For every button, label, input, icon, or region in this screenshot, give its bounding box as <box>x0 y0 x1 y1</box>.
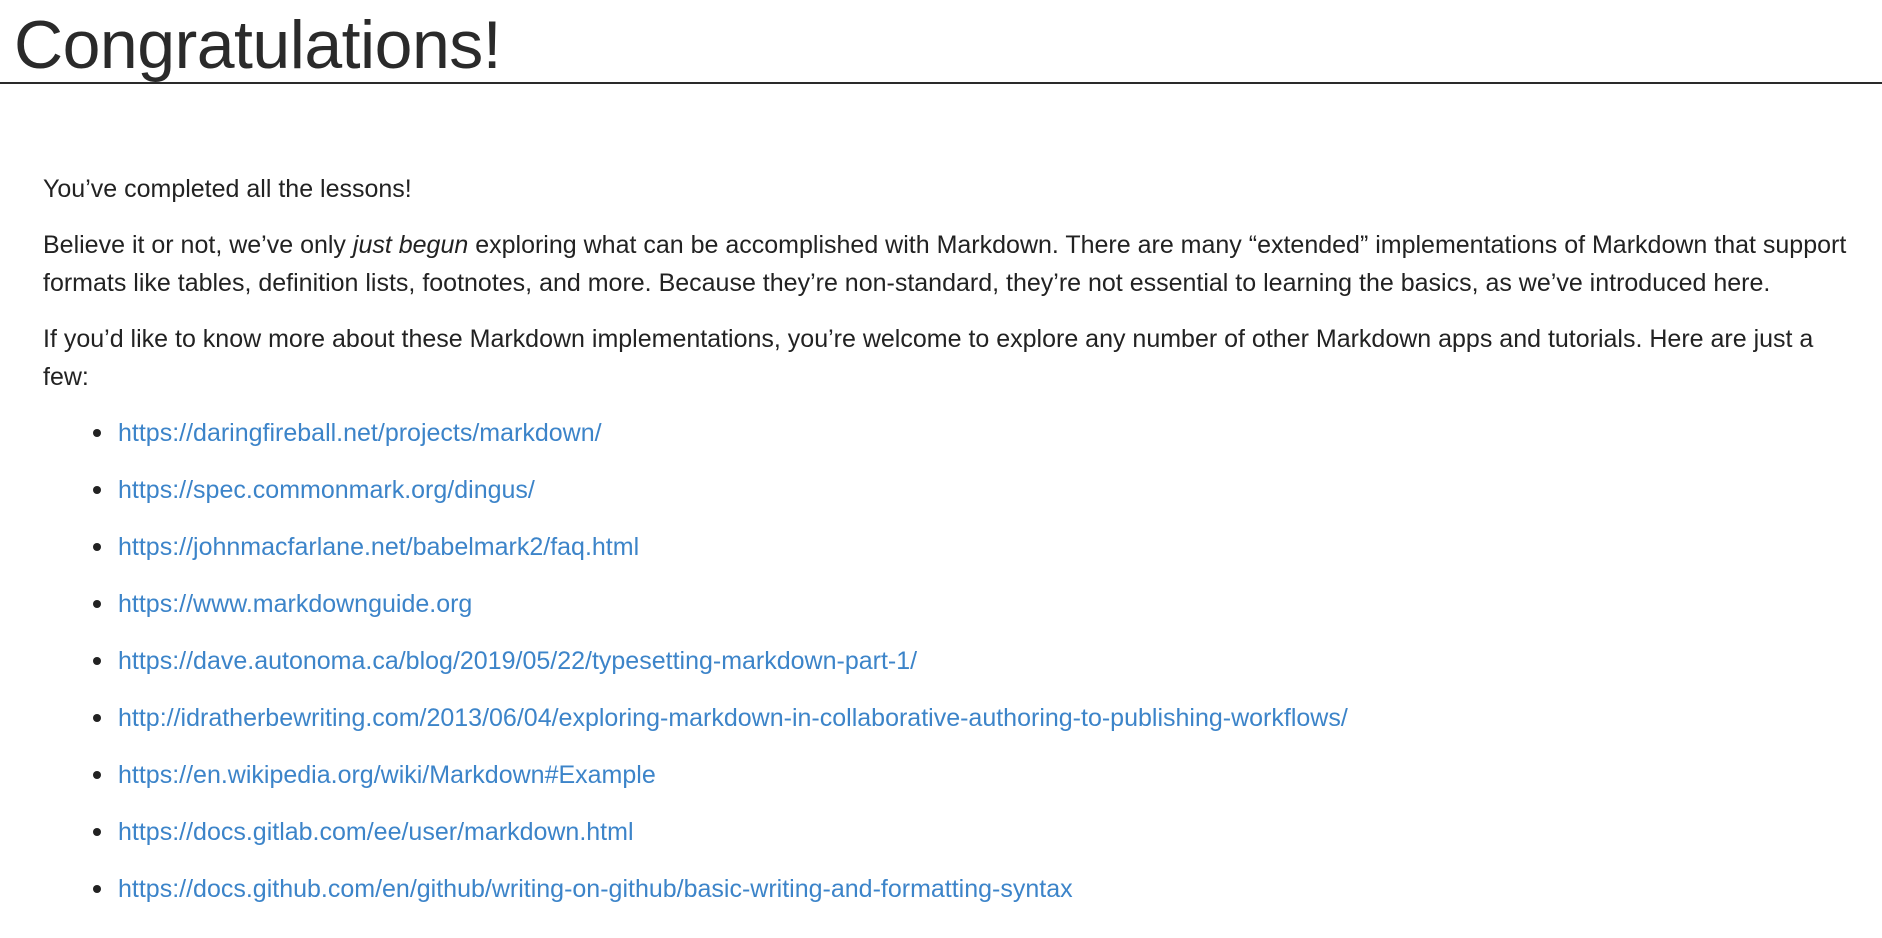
emphasis-text: just begun <box>352 231 469 259</box>
bullet-icon <box>93 714 101 722</box>
resource-link-babelmark[interactable]: https://johnmacfarlane.net/babelmark2/fa… <box>118 533 639 561</box>
lesson-page: Congratulations! You’ve completed all th… <box>0 0 1882 938</box>
list-item: http://idratherbewriting.com/2013/06/04/… <box>93 699 1858 737</box>
bullet-icon <box>93 429 101 437</box>
resource-link-github[interactable]: https://docs.github.com/en/github/writin… <box>118 875 1073 903</box>
resource-link-wikipedia[interactable]: https://en.wikipedia.org/wiki/Markdown#E… <box>118 761 656 789</box>
list-item: https://www.markdownguide.org <box>93 585 1858 623</box>
list-item: https://daringfireball.net/projects/mark… <box>93 414 1858 452</box>
bullet-icon <box>93 600 101 608</box>
resource-link-daringfireball[interactable]: https://daringfireball.net/projects/mark… <box>118 419 602 447</box>
resource-link-autonoma[interactable]: https://dave.autonoma.ca/blog/2019/05/22… <box>118 647 917 675</box>
bullet-icon <box>93 771 101 779</box>
list-item: https://en.wikipedia.org/wiki/Markdown#E… <box>93 756 1858 794</box>
lesson-content: You’ve completed all the lessons! Believ… <box>0 84 1882 908</box>
intro-text-start: Believe it or not, we’ve only <box>43 231 353 259</box>
resource-link-markdownguide[interactable]: https://www.markdownguide.org <box>118 590 472 618</box>
intro-paragraph: Believe it or not, we’ve only just begun… <box>43 226 1858 302</box>
resource-link-commonmark[interactable]: https://spec.commonmark.org/dingus/ <box>118 476 535 504</box>
bullet-icon <box>93 657 101 665</box>
bullet-icon <box>93 486 101 494</box>
list-item: https://johnmacfarlane.net/babelmark2/fa… <box>93 528 1858 566</box>
resource-link-gitlab[interactable]: https://docs.gitlab.com/ee/user/markdown… <box>118 818 634 846</box>
bullet-icon <box>93 828 101 836</box>
bullet-icon <box>93 885 101 893</box>
resource-link-list: https://daringfireball.net/projects/mark… <box>43 414 1858 908</box>
completion-message: You’ve completed all the lessons! <box>43 175 412 203</box>
list-item: https://docs.github.com/en/github/writin… <box>93 870 1858 908</box>
list-item: https://docs.gitlab.com/ee/user/markdown… <box>93 813 1858 851</box>
resource-link-idratherbewriting[interactable]: http://idratherbewriting.com/2013/06/04/… <box>118 704 1348 732</box>
list-item: https://spec.commonmark.org/dingus/ <box>93 471 1858 509</box>
resources-paragraph: If you’d like to know more about these M… <box>43 325 1814 391</box>
page-title: Congratulations! <box>0 0 1882 84</box>
bullet-icon <box>93 543 101 551</box>
list-item: https://dave.autonoma.ca/blog/2019/05/22… <box>93 642 1858 680</box>
